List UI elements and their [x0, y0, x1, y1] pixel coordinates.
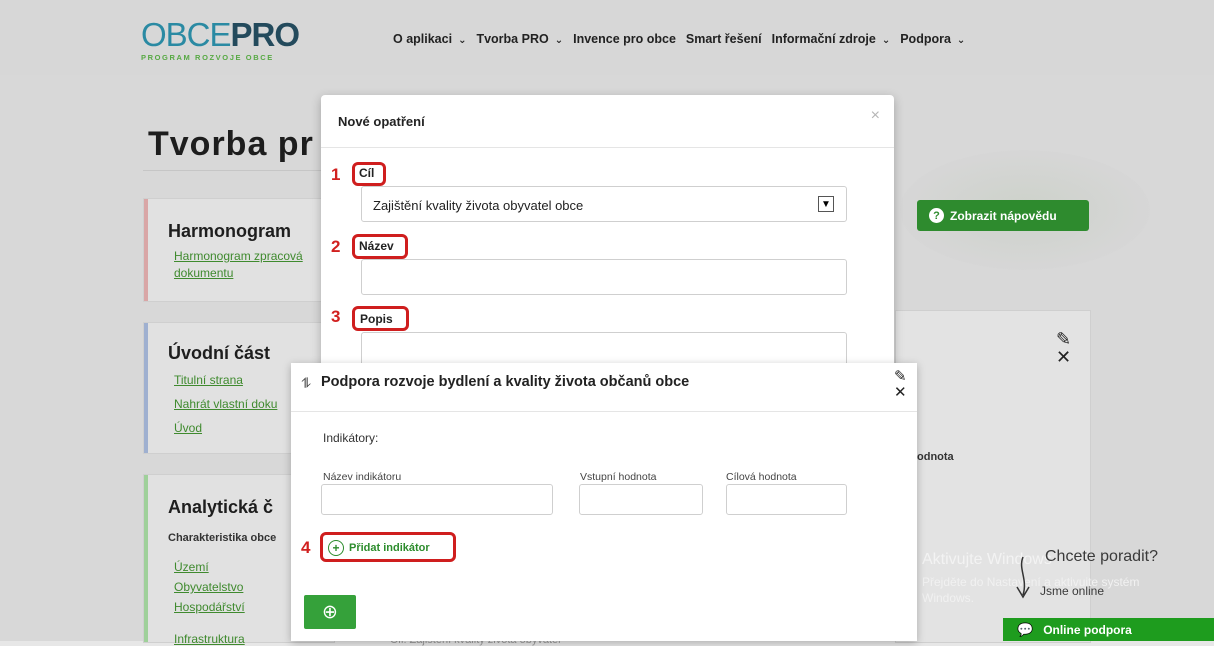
chevron-down-icon: ⌄	[956, 35, 966, 46]
card-title: Analytická č	[168, 497, 274, 517]
logo-obce-text: OBCE	[141, 16, 232, 53]
nazev-label: Název	[359, 239, 394, 253]
add-button[interactable]: ⊕	[304, 595, 356, 629]
pencil-icon[interactable]: ✎	[894, 369, 907, 385]
nahrat-link[interactable]: Nahrát vlastní doku	[174, 397, 277, 411]
chat-bubble-icon: 💬	[1017, 621, 1034, 637]
card-accent-bar	[144, 199, 148, 301]
goal-select[interactable]: Zajištění kvality života obyvatel obce ▼	[361, 186, 847, 222]
card-subtitle: Charakteristika obce	[168, 532, 277, 544]
modal-header: Nové opatření ×	[321, 95, 894, 148]
panel-actions: ✎ ✕	[894, 369, 907, 401]
step-number-4: 4	[301, 538, 311, 557]
dokumentu-link[interactable]: dokumentu	[174, 266, 233, 280]
uvod-link[interactable]: Úvod	[174, 421, 202, 435]
input-value-header: Vstupní hodnota	[580, 471, 657, 483]
drag-handle-icon[interactable]: ⥮	[301, 375, 311, 392]
help-button-label: Zobrazit nápovědu	[950, 208, 1057, 223]
cil-label: Cíl	[359, 166, 375, 180]
add-indicator-label: Přidat indikátor	[349, 542, 430, 554]
indicator-name-input[interactable]	[321, 484, 553, 515]
right-panel-actions: ✎ ✕	[1056, 330, 1071, 366]
site-header: OBCEPRO PROGRAM ROZVOJE OBCE O aplikaci ⌄…	[0, 0, 1214, 75]
chat-online-status: Jsme online	[1040, 584, 1105, 598]
indicator-name-header: Název indikátoru	[323, 471, 402, 483]
card-accent-bar	[144, 475, 148, 642]
card-harmonogram: Harmonogram Harmonogram zpracová dokumen…	[143, 198, 335, 302]
question-icon: ?	[929, 208, 944, 223]
plus-circle-icon: +	[328, 540, 344, 556]
logo-pro-text: PRO	[230, 16, 301, 53]
obyvatelstvo-link[interactable]: Obyvatelstvo	[174, 580, 243, 594]
plus-circle-icon: ⊕	[322, 601, 338, 623]
online-support-label: Online podpora	[1043, 622, 1132, 637]
modal-title: Nové opatření	[338, 114, 425, 129]
nav-invence[interactable]: Invence pro obce	[573, 32, 676, 46]
online-support-button[interactable]: 💬 Online podpora	[1003, 618, 1214, 641]
pencil-icon[interactable]: ✎	[1056, 330, 1071, 348]
harmonogram-link[interactable]: Harmonogram zpracová	[174, 249, 303, 263]
chevron-down-icon: ⌄	[554, 35, 564, 46]
goal-select-value: Zajištění kvality života obyvatel obce	[373, 198, 584, 213]
card-title: Úvodní část	[168, 343, 271, 363]
panel-header: ⥮ Podpora rozvoje bydlení a kvality živo…	[291, 363, 917, 412]
chat-prompt-question: Chcete poradit?	[1045, 548, 1158, 565]
card-accent-bar	[144, 323, 148, 453]
close-icon[interactable]: ✕	[1056, 348, 1071, 366]
step-number-3: 3	[331, 307, 341, 326]
measure-detail-panel: ⥮ Podpora rozvoje bydlení a kvality živo…	[291, 363, 917, 641]
target-value-header: Cílová hodnota	[726, 471, 797, 483]
hospodarstvi-link[interactable]: Hospodářství	[174, 600, 245, 614]
description-textarea[interactable]	[361, 332, 847, 366]
title-divider	[143, 170, 333, 171]
add-indicator-link[interactable]: + Přidat indikátor	[328, 540, 430, 556]
card-title: Harmonogram	[168, 221, 292, 241]
nav-podpora[interactable]: Podpora ⌄	[900, 32, 965, 46]
site-logo[interactable]: OBCEPRO PROGRAM ROZVOJE OBCE	[141, 16, 301, 62]
titulni-strana-link[interactable]: Titulní strana	[174, 373, 243, 387]
chevron-down-icon: ⌄	[458, 35, 467, 46]
top-navigation: O aplikaci ⌄ Tvorba PRO ⌄ Invence pro obce…	[393, 32, 975, 46]
show-help-button[interactable]: ? Zobrazit nápovědu	[917, 200, 1089, 231]
name-input[interactable]	[361, 259, 847, 295]
input-value-input[interactable]	[579, 484, 703, 515]
page-title: Tvorba pr	[148, 125, 314, 163]
panel-title: Podpora rozvoje bydlení a kvality života…	[321, 374, 690, 390]
close-icon[interactable]: ×	[871, 107, 880, 125]
chevron-down-icon: ⌄	[881, 35, 891, 46]
target-value-input[interactable]	[726, 484, 847, 515]
nav-o-aplikaci[interactable]: O aplikaci ⌄	[393, 32, 466, 46]
logo-subtitle: PROGRAM ROZVOJE OBCE	[141, 53, 274, 62]
indicators-label: Indikátory:	[323, 431, 379, 445]
step-number-2: 2	[331, 237, 341, 256]
close-icon[interactable]: ✕	[894, 385, 907, 401]
popis-label: Popis	[360, 312, 393, 326]
arrow-down-icon	[1016, 556, 1030, 599]
nav-tvorba-pro[interactable]: Tvorba PRO ⌄	[476, 32, 563, 46]
column-label-fragment: odnota	[917, 451, 954, 463]
chevron-down-icon: ▼	[818, 196, 834, 212]
nav-informacni-zdroje[interactable]: Informační zdroje ⌄	[772, 32, 891, 46]
uzemi-link[interactable]: Území	[174, 560, 209, 574]
step-number-1: 1	[331, 165, 341, 184]
infrastruktura-link[interactable]: Infrastruktura	[174, 632, 245, 646]
nav-smart[interactable]: Smart řešení	[686, 32, 762, 46]
